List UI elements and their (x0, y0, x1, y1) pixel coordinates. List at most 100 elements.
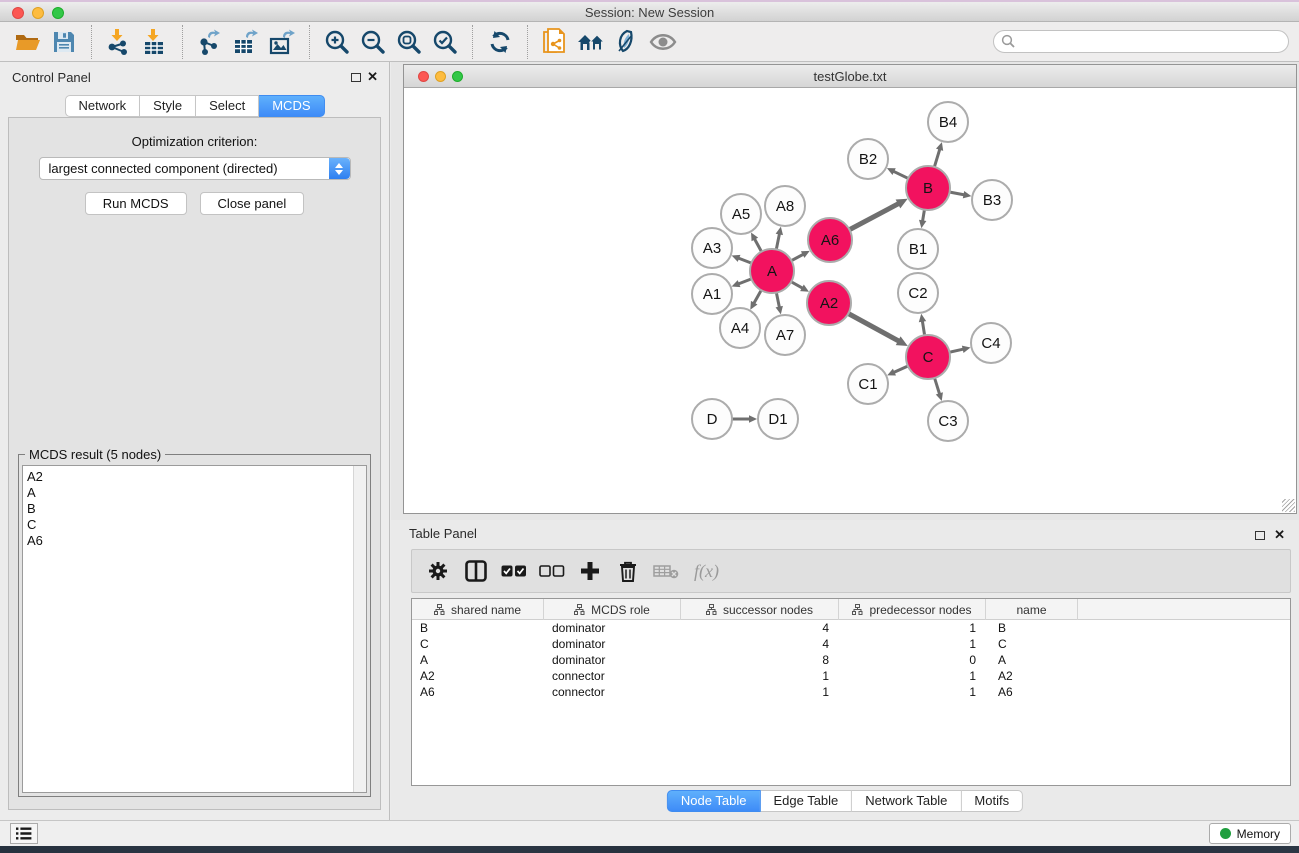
table-cell[interactable]: 1 (839, 636, 986, 652)
export-image-button[interactable] (264, 25, 300, 59)
zoom-fit-button[interactable] (391, 25, 427, 59)
run-mcds-button[interactable]: Run MCDS (85, 192, 187, 215)
node-B3[interactable]: B3 (972, 180, 1012, 220)
new-network-file-button[interactable] (537, 25, 573, 59)
result-item[interactable]: C (23, 517, 366, 533)
node-A6[interactable]: A6 (808, 218, 852, 262)
network-graph[interactable]: B4B2BB3A8A5A6A3B1AA1C2A2A4A7C4CC1DD1C3 (404, 89, 1296, 513)
memory-button[interactable]: Memory (1209, 823, 1291, 844)
delete-table-button[interactable] (652, 556, 680, 586)
column-header-successor-nodes[interactable]: successor nodes (681, 599, 839, 620)
table-cell[interactable]: B (986, 620, 1078, 636)
table-cell[interactable]: dominator (544, 620, 681, 636)
close-table-panel-icon[interactable]: ✕ (1274, 527, 1285, 543)
export-table-button[interactable] (228, 25, 264, 59)
table-cell[interactable]: 1 (839, 684, 986, 700)
node-D1[interactable]: D1 (758, 399, 798, 439)
tab-network-table[interactable]: Network Table (852, 790, 961, 812)
node-A[interactable]: A (750, 249, 794, 293)
import-table-button[interactable] (137, 25, 173, 59)
search-input[interactable] (993, 30, 1289, 53)
table-row[interactable]: Bdominator41B (412, 620, 1290, 636)
column-header-shared-name[interactable]: shared name (412, 599, 544, 620)
table-cell[interactable]: 1 (839, 668, 986, 684)
node-B1[interactable]: B1 (898, 229, 938, 269)
table-cell[interactable]: 0 (839, 652, 986, 668)
table-cell[interactable]: 8 (681, 652, 839, 668)
zoom-in-button[interactable] (319, 25, 355, 59)
tab-motifs[interactable]: Motifs (961, 790, 1023, 812)
float-panel-icon[interactable] (351, 73, 361, 82)
node-A2[interactable]: A2 (807, 281, 851, 325)
save-session-button[interactable] (46, 25, 82, 59)
table-cell[interactable]: dominator (544, 636, 681, 652)
node-A1[interactable]: A1 (692, 274, 732, 314)
export-network-button[interactable] (192, 25, 228, 59)
result-item[interactable]: A2 (23, 469, 366, 485)
cybrowser-button[interactable] (573, 25, 609, 59)
table-cell[interactable]: dominator (544, 652, 681, 668)
close-panel-icon[interactable]: ✕ (367, 69, 378, 85)
tab-edge-table[interactable]: Edge Table (760, 790, 852, 812)
zoom-out-button[interactable] (355, 25, 391, 59)
table-cell[interactable]: A (986, 652, 1078, 668)
node-A8[interactable]: A8 (765, 186, 805, 226)
function-builder-button[interactable]: f(x) (690, 561, 719, 582)
result-item[interactable]: A (23, 485, 366, 501)
network-window-titlebar[interactable]: testGlobe.txt (404, 65, 1296, 88)
table-cell[interactable]: 1 (681, 668, 839, 684)
table-cell[interactable]: A (412, 652, 544, 668)
table-row[interactable]: A6connector11A6 (412, 684, 1290, 700)
add-column-button[interactable] (576, 556, 604, 586)
node-C2[interactable]: C2 (898, 273, 938, 313)
open-session-button[interactable] (10, 25, 46, 59)
table-row[interactable]: A2connector11A2 (412, 668, 1290, 684)
node-A3[interactable]: A3 (692, 228, 732, 268)
column-header-MCDS-role[interactable]: MCDS role (544, 599, 681, 620)
tab-select[interactable]: Select (196, 95, 259, 117)
table-cell[interactable]: 4 (681, 620, 839, 636)
table-cell[interactable]: A2 (412, 668, 544, 684)
tab-node-table[interactable]: Node Table (667, 790, 761, 812)
table-cell[interactable]: A6 (412, 684, 544, 700)
table-cell[interactable]: C (986, 636, 1078, 652)
node-A4[interactable]: A4 (720, 308, 760, 348)
close-panel-button[interactable]: Close panel (200, 192, 305, 215)
table-row[interactable]: Adominator80A (412, 652, 1290, 668)
tab-network[interactable]: Network (64, 95, 140, 117)
tab-mcds[interactable]: MCDS (259, 95, 324, 117)
select-all-columns-button[interactable] (500, 556, 528, 586)
table-settings-button[interactable] (424, 556, 452, 586)
tab-style[interactable]: Style (140, 95, 196, 117)
node-C1[interactable]: C1 (848, 364, 888, 404)
table-row[interactable]: Cdominator41C (412, 636, 1290, 652)
table-cell[interactable]: 1 (681, 684, 839, 700)
deselect-all-columns-button[interactable] (538, 556, 566, 586)
column-layout-button[interactable] (462, 556, 490, 586)
result-scrollbar[interactable] (353, 466, 366, 792)
table-cell[interactable]: connector (544, 684, 681, 700)
node-B4[interactable]: B4 (928, 102, 968, 142)
table-cell[interactable]: connector (544, 668, 681, 684)
result-item[interactable]: B (23, 501, 366, 517)
node-C4[interactable]: C4 (971, 323, 1011, 363)
delete-column-button[interactable] (614, 556, 642, 586)
table-cell[interactable]: 4 (681, 636, 839, 652)
node-D[interactable]: D (692, 399, 732, 439)
column-header-predecessor-nodes[interactable]: predecessor nodes (839, 599, 986, 620)
table-cell[interactable]: C (412, 636, 544, 652)
resize-grip-icon[interactable] (1282, 499, 1295, 512)
show-hide-panel-button[interactable] (645, 25, 681, 59)
task-history-button[interactable] (10, 823, 38, 844)
node-C3[interactable]: C3 (928, 401, 968, 441)
table-cell[interactable]: A2 (986, 668, 1078, 684)
table-cell[interactable]: 1 (839, 620, 986, 636)
table-cell[interactable]: A6 (986, 684, 1078, 700)
result-item[interactable]: A6 (23, 533, 366, 549)
vizmapper-button[interactable] (609, 25, 645, 59)
optimization-criterion-select[interactable]: largest connected component (directed) (39, 157, 351, 180)
node-B[interactable]: B (906, 166, 950, 210)
node-A5[interactable]: A5 (721, 194, 761, 234)
column-header-name[interactable]: name (986, 599, 1078, 620)
node-B2[interactable]: B2 (848, 139, 888, 179)
